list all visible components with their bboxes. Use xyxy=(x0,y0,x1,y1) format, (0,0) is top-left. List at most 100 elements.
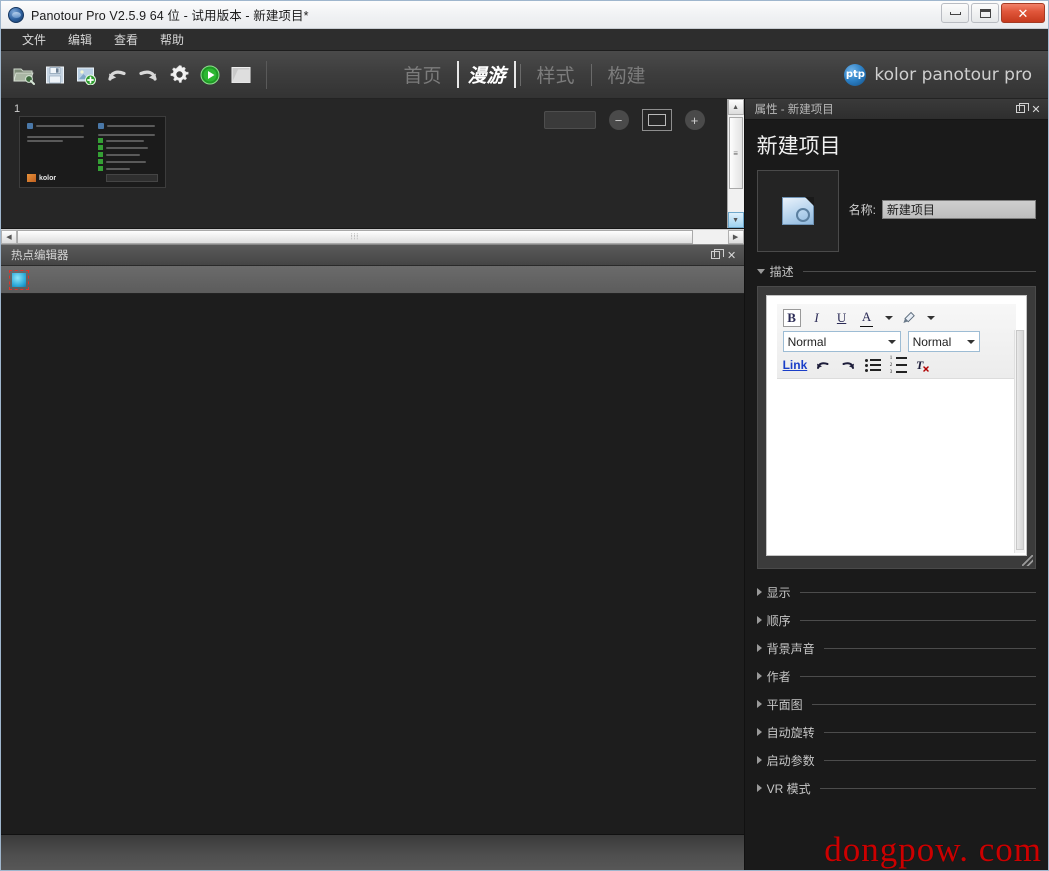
open-project-button[interactable] xyxy=(10,61,38,89)
list-bar xyxy=(870,359,881,361)
description-text-area[interactable] xyxy=(767,379,1026,555)
window-title: Panotour Pro V2.5.9 64 位 - 试用版本 - 新建项目* xyxy=(31,5,309,24)
tour-vertical-scrollbar[interactable]: ▲ ≡ ▼ xyxy=(727,99,744,228)
list-bar xyxy=(870,369,881,371)
tour-canvas[interactable]: 1 xyxy=(1,99,727,228)
editor-redo-button[interactable] xyxy=(839,356,857,374)
underline-button[interactable]: U xyxy=(833,309,851,327)
section-startup-params[interactable]: 启动参数 xyxy=(757,751,1036,769)
section-author[interactable]: 作者 xyxy=(757,667,1036,685)
build-output-button[interactable] xyxy=(227,61,255,89)
vertical-scroll-track[interactable]: ≡ xyxy=(728,115,744,212)
section-floor-plan-label: 平面图 xyxy=(767,696,803,713)
font-color-button[interactable]: A xyxy=(858,309,876,327)
project-thumbnail-icon xyxy=(782,197,814,225)
name-input[interactable]: 新建项目 xyxy=(882,200,1036,219)
tab-home[interactable]: 首页 xyxy=(391,59,453,90)
hotspot-float-button[interactable] xyxy=(708,247,724,263)
list-bar xyxy=(896,357,907,359)
tab-style[interactable]: 样式 xyxy=(525,59,587,90)
folder-open-icon xyxy=(13,65,35,85)
numbered-list-button[interactable]: 1 2 3 xyxy=(889,356,907,374)
maximize-button[interactable] xyxy=(971,3,999,23)
tour-pane: 1 xyxy=(1,99,744,229)
section-vr-mode[interactable]: VR 模式 xyxy=(757,779,1036,797)
editor-scrollbar[interactable] xyxy=(1014,330,1025,553)
minimize-icon xyxy=(950,12,961,15)
zoom-out-button[interactable]: − xyxy=(609,110,629,130)
hotspot-thumbnail[interactable] xyxy=(9,270,29,290)
insert-link-button[interactable]: Link xyxy=(783,358,808,372)
hotspot-canvas[interactable] xyxy=(1,294,744,834)
close-button[interactable]: ✕ xyxy=(1001,3,1045,23)
scroll-right-button[interactable]: ▶ xyxy=(728,230,744,244)
project-thumbnail[interactable] xyxy=(757,170,839,252)
undo-button[interactable] xyxy=(103,61,131,89)
highlighter-icon xyxy=(902,311,916,325)
section-floor-plan[interactable]: 平面图 xyxy=(757,695,1036,713)
scroll-up-button[interactable]: ▲ xyxy=(728,99,744,115)
settings-button[interactable] xyxy=(165,61,193,89)
redo-button[interactable] xyxy=(134,61,162,89)
section-description[interactable]: 描述 xyxy=(757,262,1036,280)
tour-horizontal-scrollbar[interactable]: ◀ ⦙⦙⦙ ▶ xyxy=(1,229,744,245)
tab-divider-1 xyxy=(520,64,521,86)
section-auto-rotate[interactable]: 自动旋转 xyxy=(757,723,1036,741)
bullet-list-button[interactable] xyxy=(864,356,882,374)
ptp-badge-icon: ptp xyxy=(844,64,866,86)
preview-button[interactable] xyxy=(196,61,224,89)
section-description-label: 描述 xyxy=(770,263,794,280)
editor-resize-grip[interactable] xyxy=(1022,555,1033,566)
scroll-left-button[interactable]: ◀ xyxy=(1,230,17,244)
minimize-button[interactable] xyxy=(941,3,969,23)
zoom-in-button[interactable]: + xyxy=(685,110,705,130)
text-line xyxy=(106,154,140,156)
add-panorama-button[interactable] xyxy=(72,61,100,89)
chevron-right-icon xyxy=(757,616,762,624)
save-project-button[interactable] xyxy=(41,61,69,89)
rich-text-row-2: Normal Normal xyxy=(783,331,1010,352)
menu-view[interactable]: 查看 xyxy=(103,29,149,50)
menu-file[interactable]: 文件 xyxy=(11,29,57,50)
font-size-select[interactable]: Normal xyxy=(908,331,980,352)
properties-float-button[interactable] xyxy=(1012,101,1028,117)
thumbnail-button xyxy=(106,174,158,182)
chevron-down-icon[interactable] xyxy=(885,316,893,320)
horizontal-scroll-thumb[interactable]: ⦙⦙⦙ xyxy=(17,230,693,244)
editor-scroll-thumb[interactable] xyxy=(1016,330,1024,550)
panotour-globe-icon xyxy=(8,7,24,23)
thumbnail-left-heading xyxy=(27,123,88,129)
bullet-icon xyxy=(98,123,104,129)
tab-tour[interactable]: 漫游 xyxy=(457,61,515,88)
vertical-scroll-thumb[interactable]: ≡ xyxy=(729,117,743,189)
fit-to-view-icon[interactable] xyxy=(642,109,672,131)
section-display[interactable]: 显示 xyxy=(757,583,1036,601)
panorama-thumbnail[interactable]: kolor xyxy=(19,116,166,188)
menu-help[interactable]: 帮助 xyxy=(149,29,195,50)
text-line xyxy=(98,134,155,136)
hotspot-close-button[interactable]: ✕ xyxy=(724,247,740,263)
chevron-down-icon xyxy=(888,340,896,344)
clear-format-button[interactable]: T xyxy=(914,356,932,374)
properties-close-button[interactable]: ✕ xyxy=(1028,101,1044,117)
page-title: 新建项目 xyxy=(757,130,1036,160)
highlight-button[interactable] xyxy=(900,309,918,327)
bold-button[interactable]: B xyxy=(783,309,801,327)
description-editor: B I U A xyxy=(757,286,1036,569)
section-background-sound[interactable]: 背景声音 xyxy=(757,639,1036,657)
float-icon xyxy=(1016,105,1025,113)
bottom-status-strip xyxy=(1,834,744,870)
hotspot-editor-title: 热点编辑器 xyxy=(11,247,69,263)
section-order[interactable]: 顺序 xyxy=(757,611,1036,629)
redo-icon xyxy=(840,359,856,371)
tab-build[interactable]: 构建 xyxy=(596,59,658,90)
horizontal-scroll-track[interactable]: ⦙⦙⦙ xyxy=(17,230,728,244)
menu-edit[interactable]: 编辑 xyxy=(57,29,103,50)
bullet-list-icon xyxy=(865,359,881,372)
scroll-down-button[interactable]: ▼ xyxy=(728,212,744,228)
italic-button[interactable]: I xyxy=(808,309,826,327)
zoom-slider[interactable] xyxy=(544,111,596,129)
chevron-down-icon[interactable] xyxy=(927,316,935,320)
paragraph-style-select[interactable]: Normal xyxy=(783,331,901,352)
editor-undo-button[interactable] xyxy=(814,356,832,374)
